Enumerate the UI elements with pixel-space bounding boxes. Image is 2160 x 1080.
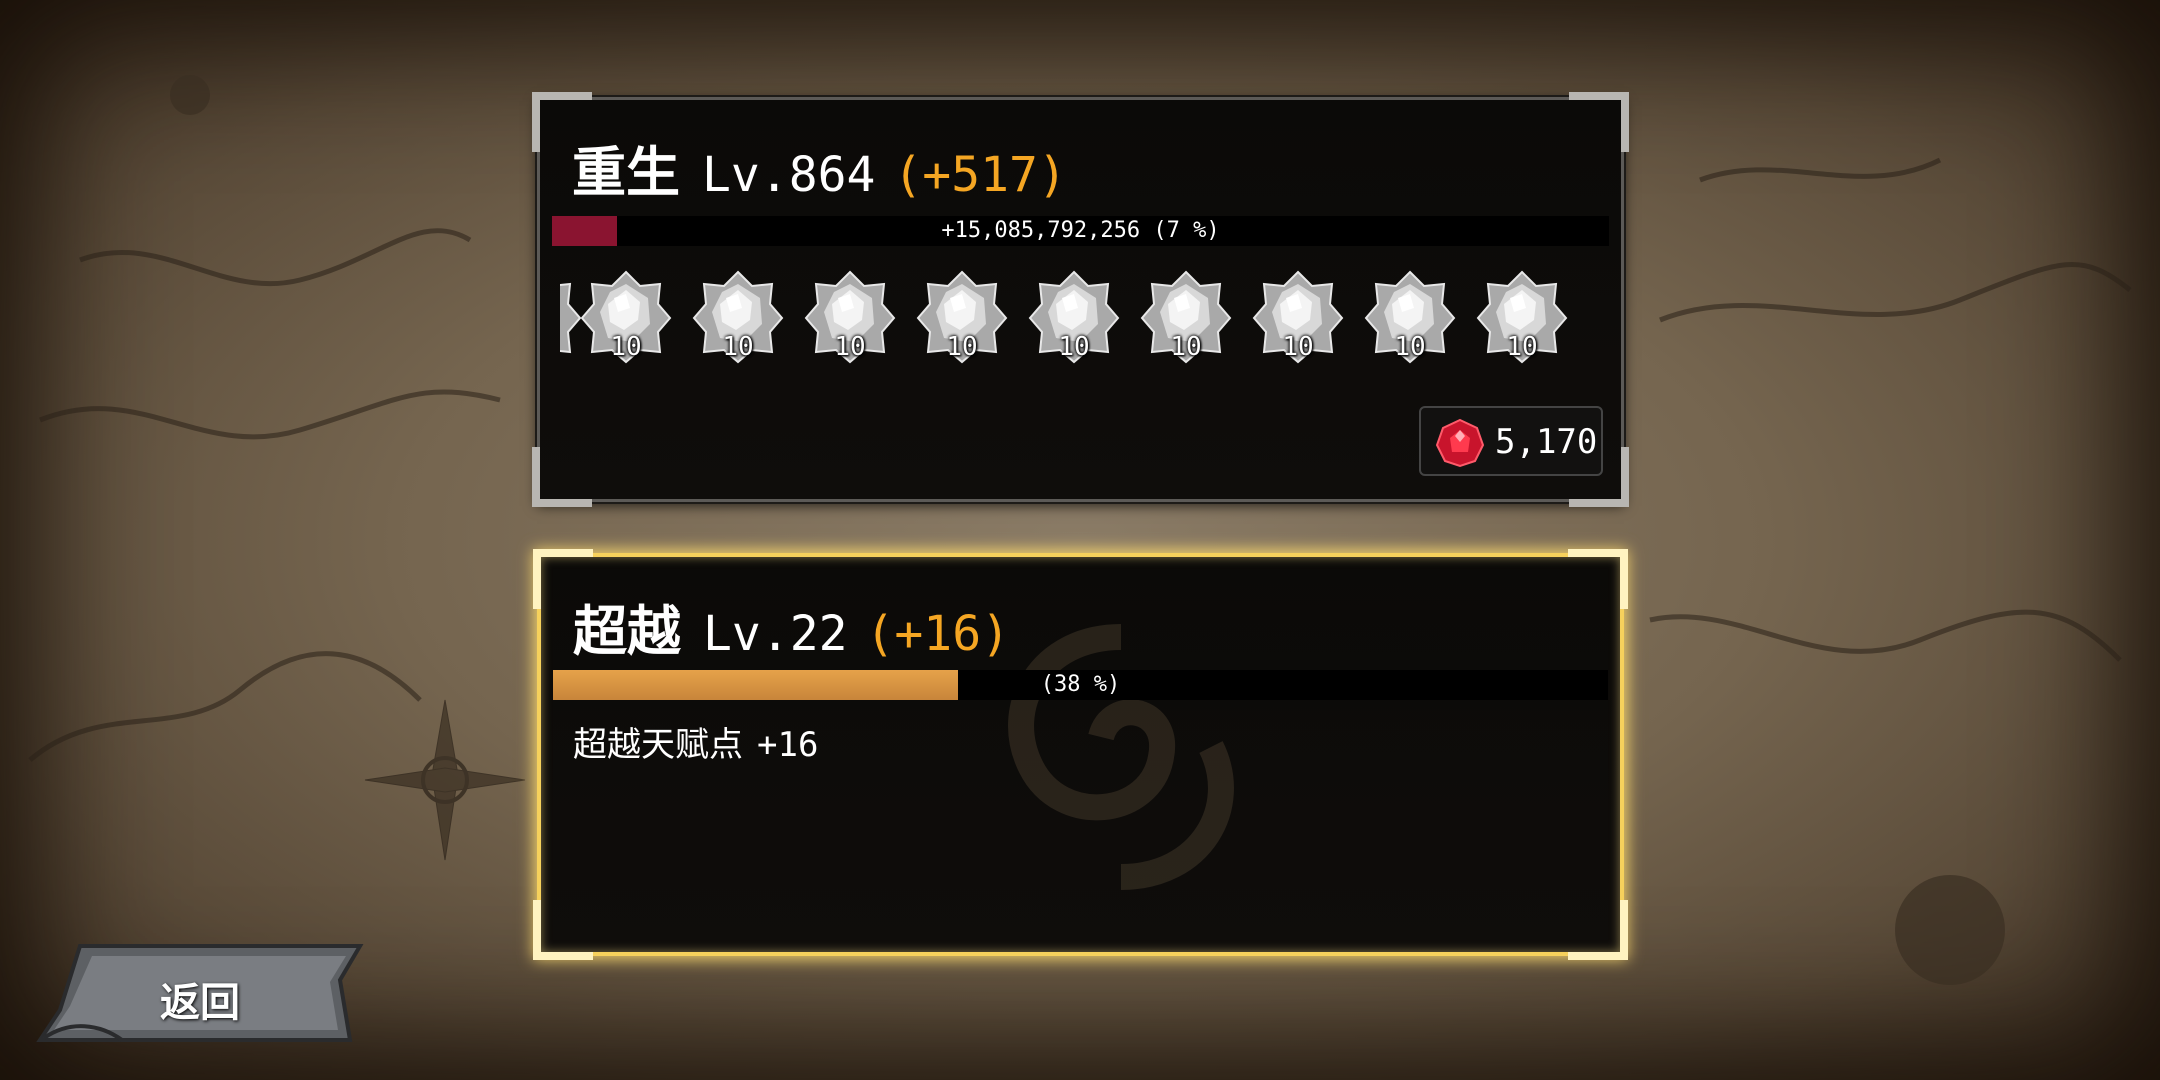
rebirth-level: Lv.864 [702,147,876,203]
frame-corner [532,447,592,507]
gem-slot[interactable]: 10 [1028,268,1120,364]
transcend-name: 超越 [573,600,681,663]
transcend-level: Lv.22 [703,606,848,662]
frame-corner [1569,92,1629,152]
gem-slot[interactable]: 10 [1252,268,1344,364]
gem-slot[interactable]: 10 [692,268,784,364]
talent-points-label: 超越天赋点 [573,725,743,765]
gem-count: 10 [1282,332,1314,362]
gem-slot[interactable]: 10 [1140,268,1232,364]
back-button-label: 返回 [160,980,240,1026]
gem-count: 10 [1506,332,1538,362]
currency-display: 5,170 [1419,406,1603,476]
gem-count: 10 [1058,332,1090,362]
gem-slot[interactable]: 10 [1364,268,1456,364]
compass-rose-icon [364,699,526,861]
rebirth-title: 重生 Lv.864 (+517) [572,128,1067,207]
gem-slot[interactable]: 10 [1476,268,1568,364]
transcend-bonus: (+16) [865,606,1011,662]
gem-row: 10 10 10 10 10 10 10 10 10 [560,268,1600,368]
red-gem-icon [1435,418,1485,472]
rebirth-name: 重生 [572,141,680,204]
talent-points-value: +16 [757,725,819,765]
talent-points-line: 超越天赋点 +16 [573,717,818,766]
gem-slot[interactable]: 10 [804,268,896,364]
frame-corner [1568,900,1628,960]
transcend-title: 超越 Lv.22 (+16) [573,587,1010,666]
rebirth-progress-text: +15,085,792,256 (7 %) [941,218,1220,243]
gem-count: 10 [722,332,754,362]
gem-count: 10 [1170,332,1202,362]
gem-count: 10 [834,332,866,362]
frame-corner [533,900,593,960]
rebirth-progress-bar: +15,085,792,256 (7 %) [552,216,1609,246]
gem-slot[interactable]: 10 [580,268,672,364]
currency-value: 5,170 [1495,422,1598,462]
gem-slot[interactable]: 10 [916,268,1008,364]
rebirth-bonus: (+517) [893,147,1067,203]
transcend-progress-bar: (38 %) [553,670,1608,700]
back-button[interactable]: 返回 [30,940,370,1048]
gem-slot-partial[interactable] [560,268,582,364]
frame-corner [1568,549,1628,609]
gem-count: 10 [1394,332,1426,362]
gem-count: 10 [610,332,642,362]
gem-count: 10 [946,332,978,362]
rebirth-panel[interactable]: 重生 Lv.864 (+517) +15,085,792,256 (7 %) 10 1… [532,92,1629,507]
transcend-panel[interactable]: 超越 Lv.22 (+16) (38 %) 超越天赋点 +16 [533,549,1628,960]
transcend-progress-text: (38 %) [1040,672,1121,697]
